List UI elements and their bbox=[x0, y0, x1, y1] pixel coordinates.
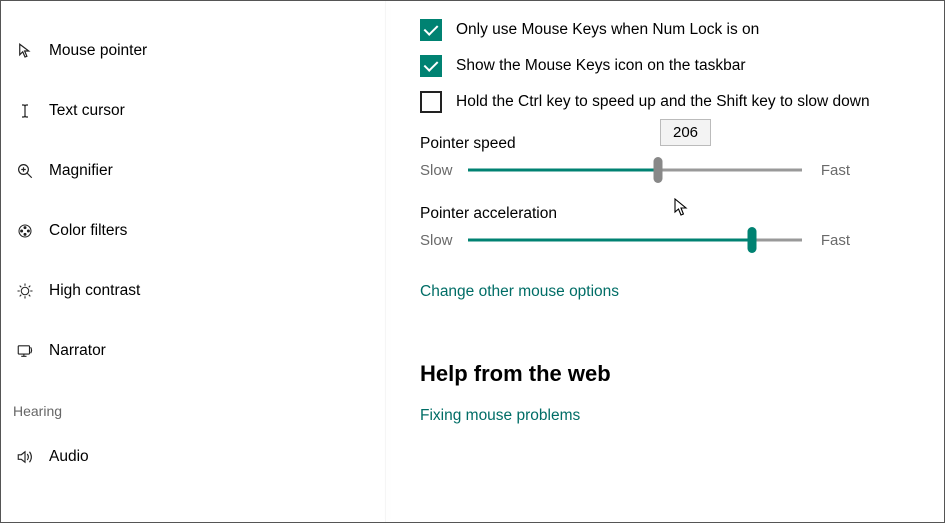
slider-thumb[interactable] bbox=[654, 157, 663, 183]
slider-min-label: Slow bbox=[420, 162, 468, 179]
sidebar-item-magnifier[interactable]: Magnifier bbox=[1, 141, 386, 201]
sidebar-item-high-contrast[interactable]: High contrast bbox=[1, 261, 386, 321]
checkbox-row-numlock: Only use Mouse Keys when Num Lock is on bbox=[420, 19, 914, 41]
sidebar-item-label: Text cursor bbox=[49, 102, 125, 120]
pointer-speed-slider[interactable] bbox=[468, 157, 802, 183]
sidebar-item-label: Narrator bbox=[49, 342, 106, 360]
checkbox-label: Hold the Ctrl key to speed up and the Sh… bbox=[456, 93, 870, 111]
mouse-pointer-icon bbox=[11, 42, 39, 60]
checkbox-taskbar-icon[interactable] bbox=[420, 55, 442, 77]
checkbox-ctrl-shift[interactable] bbox=[420, 91, 442, 113]
slider-max-label: Fast bbox=[802, 232, 850, 249]
main-content: Only use Mouse Keys when Num Lock is on … bbox=[386, 1, 944, 522]
checkbox-row-ctrl-shift: Hold the Ctrl key to speed up and the Sh… bbox=[420, 91, 914, 113]
pointer-accel-slider[interactable] bbox=[468, 227, 802, 253]
sidebar-item-label: Color filters bbox=[49, 222, 127, 240]
slider-min-label: Slow bbox=[420, 232, 468, 249]
text-cursor-icon bbox=[11, 102, 39, 120]
narrator-icon bbox=[11, 342, 39, 360]
slider-tooltip: 206 bbox=[660, 119, 711, 146]
slider-max-label: Fast bbox=[802, 162, 850, 179]
pointer-accel-label: Pointer acceleration bbox=[420, 205, 914, 223]
magnifier-icon bbox=[11, 162, 39, 180]
sidebar-item-audio[interactable]: Audio bbox=[1, 427, 386, 487]
sidebar-section-hearing: Hearing bbox=[1, 403, 386, 419]
checkbox-row-taskbar-icon: Show the Mouse Keys icon on the taskbar bbox=[420, 55, 914, 77]
pointer-speed-row: Slow Fast bbox=[420, 157, 850, 183]
sidebar-item-mouse-pointer[interactable]: Mouse pointer bbox=[1, 21, 386, 81]
slider-thumb[interactable] bbox=[747, 227, 756, 253]
sidebar-item-label: Magnifier bbox=[49, 162, 113, 180]
sidebar-item-color-filters[interactable]: Color filters bbox=[1, 201, 386, 261]
pointer-accel-row: Slow Fast bbox=[420, 227, 850, 253]
sidebar-item-text-cursor[interactable]: Text cursor bbox=[1, 81, 386, 141]
checkbox-label: Only use Mouse Keys when Num Lock is on bbox=[456, 21, 759, 39]
sidebar: Mouse pointer Text cursor Magnifier bbox=[1, 1, 386, 522]
sidebar-item-narrator[interactable]: Narrator bbox=[1, 321, 386, 381]
high-contrast-icon bbox=[11, 282, 39, 300]
checkbox-label: Show the Mouse Keys icon on the taskbar bbox=[456, 57, 746, 75]
color-filters-icon bbox=[11, 222, 39, 240]
change-mouse-options-link[interactable]: Change other mouse options bbox=[420, 283, 619, 301]
sidebar-item-label: Mouse pointer bbox=[49, 42, 147, 60]
fixing-mouse-problems-link[interactable]: Fixing mouse problems bbox=[420, 407, 580, 425]
checkbox-numlock[interactable] bbox=[420, 19, 442, 41]
help-from-web-heading: Help from the web bbox=[420, 361, 914, 387]
sidebar-item-label: Audio bbox=[49, 448, 89, 466]
audio-icon bbox=[11, 448, 39, 466]
sidebar-item-label: High contrast bbox=[49, 282, 140, 300]
